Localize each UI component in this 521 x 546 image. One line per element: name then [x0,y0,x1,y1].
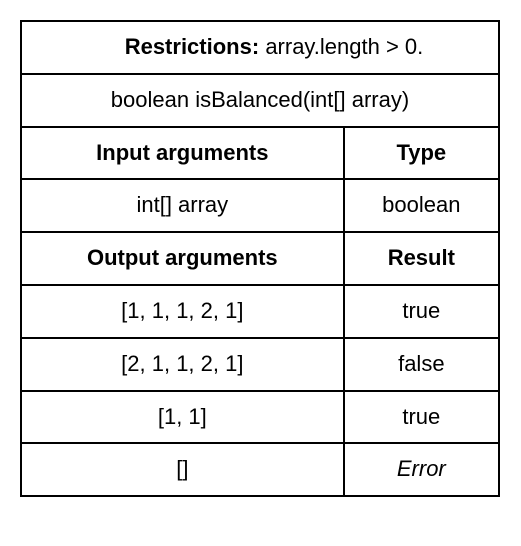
example-result: false [344,338,499,391]
example-result: Error [344,443,499,496]
restrictions-cell: Restrictions: array.length > 0. [21,21,499,74]
input-header-row: Input arguments Type [21,127,499,180]
input-type-cell: boolean [344,179,499,232]
example-input: [2, 1, 1, 2, 1] [21,338,344,391]
signature-cell: boolean isBalanced(int[] array) [21,74,499,127]
restrictions-row: Restrictions: array.length > 0. [21,21,499,74]
example-row: [2, 1, 1, 2, 1] false [21,338,499,391]
result-header: Result [344,232,499,285]
signature-row: boolean isBalanced(int[] array) [21,74,499,127]
output-args-header: Output arguments [21,232,344,285]
example-input: [1, 1, 1, 2, 1] [21,285,344,338]
restrictions-label: Restrictions: [125,34,259,59]
example-row: [1, 1, 1, 2, 1] true [21,285,499,338]
example-input: [] [21,443,344,496]
type-header: Type [344,127,499,180]
spec-table: Restrictions: array.length > 0. boolean … [20,20,500,497]
example-input: [1, 1] [21,391,344,444]
input-args-header: Input arguments [21,127,344,180]
example-row: [1, 1] true [21,391,499,444]
example-result: true [344,285,499,338]
output-header-row: Output arguments Result [21,232,499,285]
example-result: true [344,391,499,444]
input-arg-cell: int[] array [21,179,344,232]
restrictions-text: array.length > 0. [265,34,423,59]
example-row: [] Error [21,443,499,496]
input-row: int[] array boolean [21,179,499,232]
